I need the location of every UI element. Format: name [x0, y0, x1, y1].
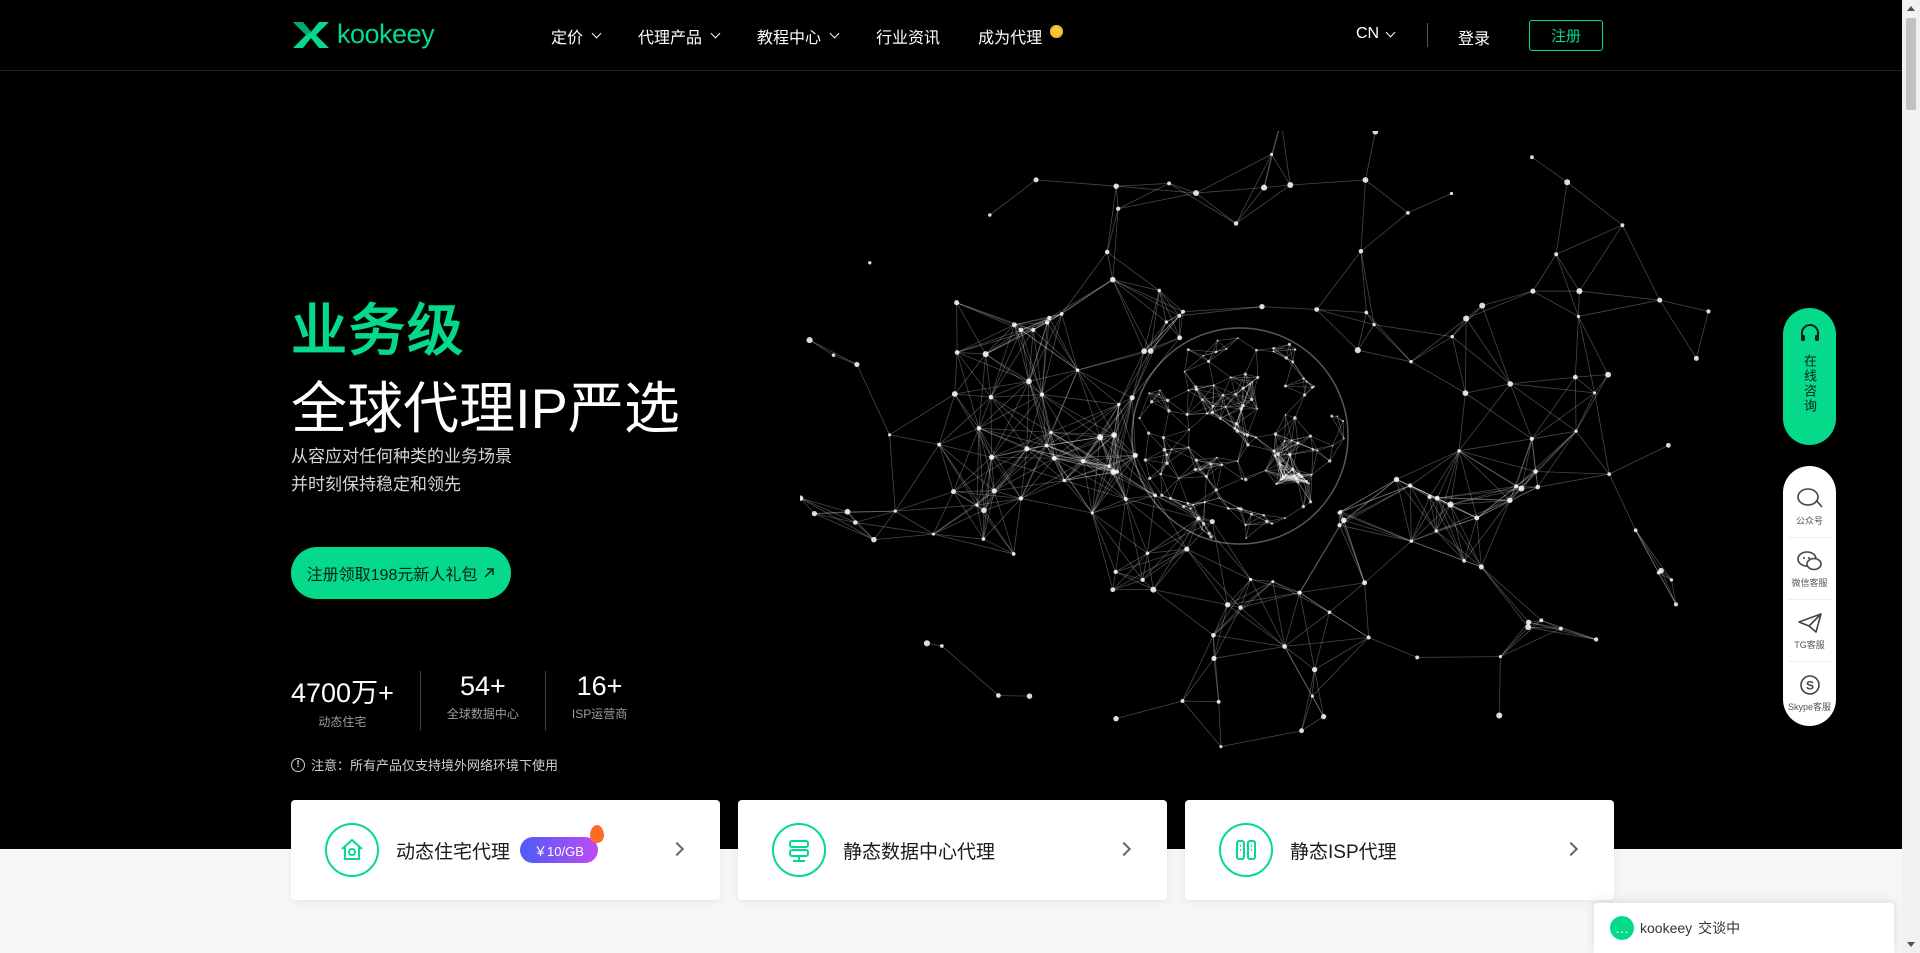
nav-label: 定价: [551, 29, 584, 47]
stat-datacenters: 54+ 全球数据中心: [419, 671, 545, 730]
stat-number: 54+: [459, 671, 506, 701]
language-selector[interactable]: CN: [1356, 25, 1396, 43]
telegram-support-button[interactable]: TG客服: [1787, 600, 1832, 662]
chat-brand: kookeey: [1640, 920, 1693, 936]
stat-residential: 4700万+ 动态住宅: [291, 671, 420, 730]
hero-title-highlight: 业务级: [291, 299, 465, 362]
server-icon: [772, 823, 826, 877]
chat-status: 交谈中: [1698, 920, 1741, 936]
arrow-up-right-icon: [484, 568, 495, 578]
nav-label: 代理产品: [638, 29, 703, 47]
logo-text: kookeey: [337, 19, 435, 49]
side-item-label: Skype客服: [1787, 702, 1831, 712]
side-item-label: 微信客服: [1791, 577, 1828, 588]
top-navbar: kookeey 定价 代理产品 教程中心 行业资讯 成为代理 CN 登录 注册: [0, 0, 1902, 71]
isp-icon: [1219, 823, 1273, 877]
card-title: 静态数据中心代理: [843, 841, 996, 863]
hero-subtitle-line: 从容应对任何种类的业务场景: [291, 447, 512, 466]
stat-number: 4700万+: [291, 678, 394, 708]
kookeey-logo-icon: [293, 21, 329, 48]
stat-number: 16+: [576, 671, 623, 701]
nav-label: 行业资讯: [876, 29, 941, 47]
stat-label: 动态住宅: [318, 715, 367, 729]
contact-panel: 公众号 微信客服 TG客服 S Skype客服: [1783, 466, 1836, 726]
info-icon: !: [291, 757, 305, 772]
scroll-thumb[interactable]: [1906, 18, 1916, 110]
hero-section: 业务级 全球代理IP严选 从容应对任何种类的业务场景 并时刻保持稳定和领先 注册…: [0, 71, 1902, 849]
logo[interactable]: kookeey: [291, 19, 435, 50]
stat-label: 全球数据中心: [446, 707, 519, 721]
skype-icon: S: [1799, 675, 1820, 695]
skype-support-button[interactable]: S Skype客服: [1788, 662, 1832, 724]
language-label: CN: [1356, 25, 1380, 42]
nav-industry-news[interactable]: 行业资讯: [876, 24, 940, 48]
chevron-right-icon: [1116, 841, 1132, 857]
main-nav: 定价 代理产品 教程中心 行业资讯 成为代理: [551, 0, 1101, 71]
hero-subtitle-line: 并时刻保持稳定和领先: [291, 475, 461, 494]
side-item-label: TG客服: [1794, 639, 1825, 650]
nav-become-agent[interactable]: 成为代理: [978, 24, 1064, 48]
house-icon: [325, 823, 379, 877]
chat-widget[interactable]: … kookeey 交谈中: [1594, 903, 1894, 953]
hero-subtitle: 从容应对任何种类的业务场景 并时刻保持稳定和领先: [291, 443, 512, 499]
price-label: ￥10/GB: [534, 843, 584, 859]
page-scrollbar[interactable]: [1902, 0, 1920, 953]
chat-bubble-icon: …: [1610, 916, 1634, 940]
hero-title: 全球代理IP严选: [291, 377, 680, 440]
side-item-label: 公众号: [1795, 515, 1823, 526]
product-cards: 动态住宅代理 ￥10/GB 静态数据中心代理 静态ISP代理: [291, 800, 1614, 900]
telegram-icon: [1797, 612, 1822, 633]
card-title: 动态住宅代理: [396, 841, 511, 863]
wechat-support-button[interactable]: 微信客服: [1787, 538, 1832, 600]
chevron-right-icon: [1563, 841, 1579, 857]
divider: [1427, 23, 1428, 47]
chevron-down-icon: [710, 28, 721, 39]
scroll-down-arrow-icon[interactable]: [1907, 942, 1915, 947]
fire-icon: [589, 825, 604, 843]
card-title: 静态ISP代理: [1290, 841, 1397, 863]
network-globe-graphic: [800, 131, 1711, 749]
wechat-icon: [1796, 550, 1822, 570]
price-badge: ￥10/GB: [520, 825, 604, 863]
svg-text:S: S: [1805, 679, 1813, 693]
signup-gift-button[interactable]: 注册领取198元新人礼包: [291, 547, 511, 599]
nav-tutorials[interactable]: 教程中心: [757, 24, 840, 48]
stats-row: 4700万+ 动态住宅 54+ 全球数据中心 16+ ISP运营商: [291, 671, 653, 730]
online-consult-button[interactable]: 在线咨询: [1783, 308, 1836, 445]
notice-label: 注意：所有产品仅支持境外网络环境下使用: [311, 758, 559, 773]
consult-label: 在线咨询: [1802, 354, 1817, 414]
official-account-button[interactable]: 公众号: [1787, 476, 1832, 538]
login-link[interactable]: 登录: [1458, 25, 1490, 49]
card-datacenter-proxy[interactable]: 静态数据中心代理: [738, 800, 1167, 900]
chevron-down-icon: [829, 28, 840, 39]
chevron-down-icon: [1385, 27, 1396, 37]
nav-proxy-products[interactable]: 代理产品: [638, 24, 721, 48]
chevron-right-icon: [669, 841, 685, 857]
nav-label: 教程中心: [757, 29, 822, 47]
nav-label: 成为代理: [978, 29, 1043, 47]
stat-isp: 16+ ISP运营商: [544, 671, 653, 730]
notice-text: ! 注意：所有产品仅支持境外网络环境下使用: [291, 755, 558, 774]
cta-label: 注册领取198元新人礼包: [306, 567, 478, 584]
scroll-up-arrow-icon[interactable]: [1907, 6, 1915, 11]
chat-bubbles-icon: [1796, 487, 1823, 508]
card-isp-proxy[interactable]: 静态ISP代理: [1185, 800, 1614, 900]
coin-icon: [1050, 25, 1064, 38]
headset-icon: [1800, 324, 1819, 341]
nav-pricing[interactable]: 定价: [551, 24, 602, 48]
register-button[interactable]: 注册: [1529, 20, 1603, 51]
chevron-down-icon: [591, 28, 602, 39]
stat-label: ISP运营商: [571, 707, 628, 721]
card-residential-proxy[interactable]: 动态住宅代理 ￥10/GB: [291, 800, 720, 900]
